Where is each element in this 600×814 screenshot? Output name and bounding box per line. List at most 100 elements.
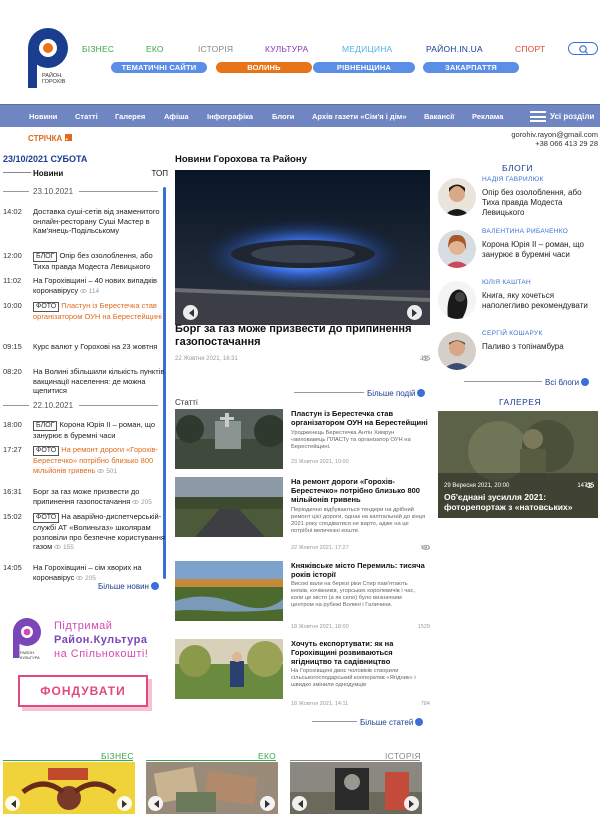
blog-author[interactable]: ВАЛЕНТИНА РИБАЧЕНКО: [482, 228, 568, 235]
hero-next-arrow-icon[interactable]: [407, 305, 422, 320]
business-next-arrow-icon[interactable]: [117, 796, 132, 811]
support-banner[interactable]: РАЙОН. КУЛЬТУРА Підтримай Район.Культура…: [8, 615, 160, 665]
hero-prev-arrow-icon[interactable]: [183, 305, 198, 320]
nav-gallery[interactable]: Галерея: [115, 112, 145, 121]
article-title[interactable]: Пластун із Берестечка став організатором…: [291, 409, 431, 427]
newsline-text[interactable]: ФОТО На аварійно-диспетчерській-службі АТ…: [33, 512, 165, 553]
newsline-text[interactable]: На Горохівщині – сім хворих на коронавір…: [33, 563, 165, 583]
blog-author[interactable]: ЮЛІЯ КАШТАН: [482, 279, 531, 286]
newsline-headline[interactable]: Борг за газ може призвести до припинення…: [33, 487, 139, 506]
newsline-time: 09:15: [3, 342, 22, 351]
topnav-history[interactable]: ІСТОРІЯ: [198, 44, 233, 54]
search-icon: [579, 45, 589, 55]
article-title[interactable]: Княжівське місто Перемиль: тисяча років …: [291, 561, 431, 579]
menu-icon[interactable]: [530, 111, 546, 122]
all-blogs-link[interactable]: Всі блоги: [464, 378, 590, 387]
newsline-time: 15:02: [3, 512, 22, 521]
newsline-headline[interactable]: Курс валют у Горохові на 23 жовтня: [33, 342, 157, 351]
pill-rivne[interactable]: РІВНЕНЩИНА: [313, 62, 415, 73]
topnav-medicine[interactable]: МЕДИЦИНА: [342, 44, 392, 54]
content-tag: БЛОГ: [33, 421, 58, 431]
more-articles-link[interactable]: Більше статей: [312, 718, 424, 727]
newsline-text[interactable]: ФОТО Пластун із Берестечка став організат…: [33, 301, 165, 322]
blog-title[interactable]: Паливо з топінамбура: [482, 342, 600, 352]
contact-info: gorohiv.rayon@gmail.com +38 066 413 29 2…: [511, 130, 598, 148]
nav-ads[interactable]: Реклама: [472, 112, 503, 121]
nav-blogs[interactable]: Блоги: [272, 112, 294, 121]
nav-archive[interactable]: Архів газети «Сім'я і дім»: [312, 112, 407, 121]
section-history-image[interactable]: [290, 762, 422, 814]
article-meta: 18 Жовтня 2021, 14:11 784: [291, 701, 430, 707]
nav-vacancies[interactable]: Вакансії: [424, 112, 454, 121]
newsline-headline[interactable]: Доставка суші-сетів від знаменитого онла…: [33, 207, 160, 235]
blog-item[interactable]: НАДІЯ ГАВРИЛЮК Опір без озолоблення, або…: [438, 176, 600, 224]
hero-image[interactable]: [175, 170, 430, 325]
newsline-tab-news[interactable]: Новини: [33, 169, 63, 178]
fund-button[interactable]: ФОНДУВАТИ: [18, 675, 148, 707]
article-card[interactable]: Хочуть експортувати: як на Горохівщині р…: [175, 639, 430, 709]
newsline-text[interactable]: БЛОГ Корона Юрія ІІ – роман, що занурює в…: [33, 420, 165, 441]
nav-all-sections[interactable]: Усі розділи: [550, 112, 594, 121]
hero-title[interactable]: Борг за газ може призвести до припинення…: [175, 323, 430, 349]
eye-icon: [54, 545, 61, 549]
view-count: 155: [52, 544, 74, 551]
pill-zakarpattia[interactable]: ЗАКАРПАТТЯ: [423, 62, 519, 73]
avatar: [438, 230, 476, 268]
more-stories-link[interactable]: Більше подій: [294, 389, 426, 398]
pill-volyn[interactable]: ВОЛИНЬ: [216, 62, 312, 73]
newsline-text[interactable]: На Горохівщині – 40 нових випадків корон…: [33, 276, 165, 296]
eco-prev-arrow-icon[interactable]: [148, 796, 163, 811]
newsline-text[interactable]: Борг за газ може призвести до припинення…: [33, 487, 165, 507]
blog-author[interactable]: НАДІЯ ГАВРИЛЮК: [482, 176, 544, 183]
topnav-rayon[interactable]: РАЙОН.IN.UA: [426, 44, 483, 54]
newsline-text[interactable]: На Волині збільшили кількість пунктів ва…: [33, 367, 165, 396]
gallery-card[interactable]: 29 Вересня 2021, 20:00 14735 Об'єднані з…: [438, 411, 598, 518]
newsline-time: 14:02: [3, 207, 22, 216]
pill-thematic[interactable]: ТЕМАТИЧНІ САЙТИ: [111, 62, 207, 73]
stripe-link[interactable]: СТРІЧКА: [28, 134, 72, 143]
nav-news[interactable]: Новини: [29, 112, 57, 121]
topnav-business[interactable]: БІЗНЕС: [82, 44, 114, 54]
article-card[interactable]: На ремонт дороги «Горохів-Берестечко» по…: [175, 477, 431, 551]
contact-phone: +38 066 413 29 28: [535, 139, 598, 148]
blog-author[interactable]: СЕРГІЙ КОШАРУК: [482, 330, 543, 337]
nav-afisha[interactable]: Афіша: [164, 112, 189, 121]
history-prev-arrow-icon[interactable]: [292, 796, 307, 811]
more-news-link[interactable]: Більше новин: [98, 582, 159, 591]
nav-infographics[interactable]: Інфографіка: [207, 112, 253, 121]
article-desc: Періодично відбуваються тендери на дрібн…: [291, 507, 426, 534]
newsline-text[interactable]: БЛОГ Опір без озолоблення, або Тиха правд…: [33, 251, 165, 272]
blog-item[interactable]: ЮЛІЯ КАШТАН Книга, яку хочеться наполегл…: [438, 279, 600, 327]
topnav-sport[interactable]: СПОРТ: [515, 44, 545, 54]
history-next-arrow-icon[interactable]: [404, 796, 419, 811]
contact-email[interactable]: gorohiv.rayon@gmail.com: [511, 130, 598, 139]
eco-next-arrow-icon[interactable]: [260, 796, 275, 811]
eye-icon: [80, 288, 87, 293]
newsline-tab-top[interactable]: ТОП: [152, 169, 169, 178]
topnav-culture[interactable]: КУЛЬТУРА: [265, 44, 308, 54]
article-title[interactable]: Хочуть експортувати: як на Горохівщині р…: [291, 639, 431, 666]
articles-label: Статті: [175, 398, 198, 407]
nav-articles[interactable]: Статті: [75, 112, 98, 121]
blog-title[interactable]: Опір без озолоблення, або Тиха правда Мо…: [482, 188, 600, 218]
newsline-text[interactable]: ФОТО На ремонт дороги «Горохів-Берестечко…: [33, 445, 165, 476]
search-button[interactable]: [568, 42, 598, 55]
newsline-headline[interactable]: На Волині збільшили кількість пунктів ва…: [33, 367, 164, 395]
blog-item[interactable]: ВАЛЕНТИНА РИБАЧЕНКО Корона Юрія ІІ – ром…: [438, 228, 600, 276]
section-eco-image[interactable]: [146, 762, 278, 814]
blog-title[interactable]: Книга, яку хочеться наполегливо рекоменд…: [482, 291, 600, 311]
newsline-text[interactable]: Курс валют у Горохові на 23 жовтня: [33, 342, 165, 352]
center-title: Новини Горохова та Району: [175, 154, 307, 165]
gallery-caption[interactable]: Об'єднані зусилля 2021: фоторепортаж з «…: [444, 492, 594, 512]
article-card[interactable]: Пластун із Берестечка став організатором…: [175, 409, 430, 479]
section-business-image[interactable]: [3, 762, 135, 814]
topnav-eco[interactable]: ЕКО: [146, 44, 164, 54]
newsline-text[interactable]: Доставка суші-сетів від знаменитого онла…: [33, 207, 165, 236]
blog-item[interactable]: СЕРГІЙ КОШАРУК Паливо з топінамбура: [438, 330, 600, 378]
eye-icon: [97, 468, 105, 473]
article-title[interactable]: На ремонт дороги «Горохів-Берестечко» по…: [291, 477, 431, 504]
blog-title[interactable]: Корона Юрія ІІ – роман, що занурює в бур…: [482, 240, 600, 260]
article-card[interactable]: Княжівське місто Перемиль: тисяча років …: [175, 561, 430, 631]
business-prev-arrow-icon[interactable]: [5, 796, 20, 811]
view-count: 205: [74, 575, 96, 582]
